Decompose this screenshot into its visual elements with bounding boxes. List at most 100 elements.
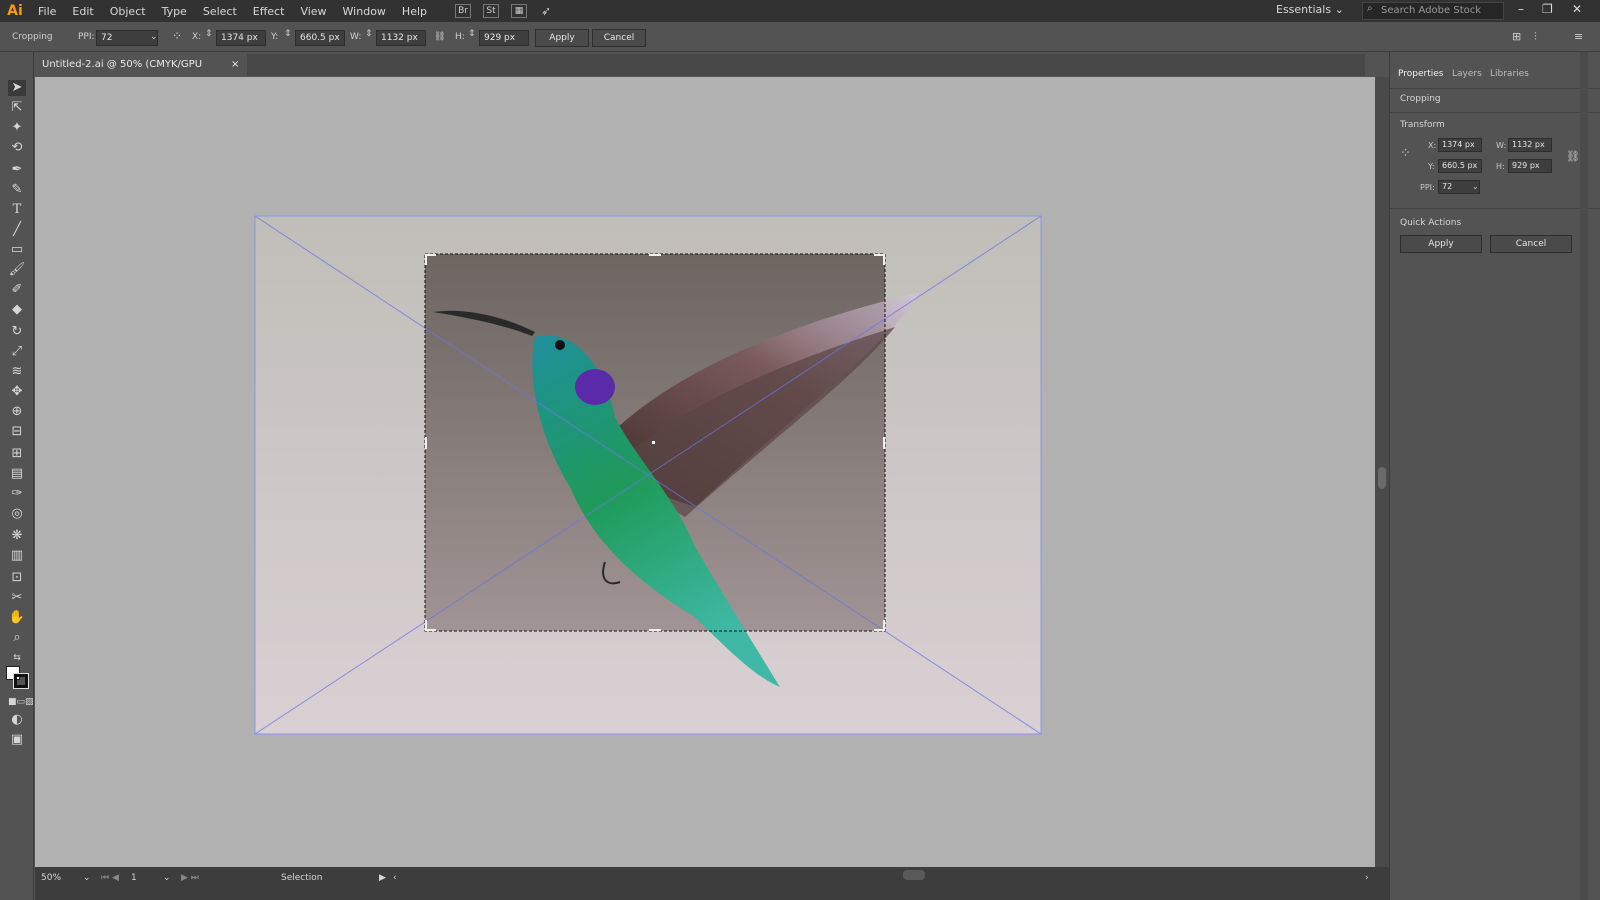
document-tab[interactable]: Untitled-2.ai @ 50% (CMYK/GPU Preview) × — [35, 54, 247, 92]
panel-menu-icon[interactable]: ≡ — [1574, 30, 1583, 43]
vertical-scrollbar[interactable] — [1375, 77, 1389, 867]
y-field[interactable]: 660.5 px — [1438, 159, 1482, 173]
close-icon[interactable]: × — [231, 54, 239, 76]
bridge-icon[interactable]: Br — [455, 4, 471, 18]
h-field[interactable]: 929 px — [1508, 159, 1552, 173]
reference-point-icon[interactable]: ⁘ — [172, 29, 182, 43]
h-stepper-icon[interactable]: ⇕ — [468, 29, 476, 39]
x-field[interactable]: 1374 px — [216, 30, 266, 46]
stock-icon[interactable]: St — [483, 4, 499, 18]
rectangle-tool-icon[interactable]: ▭ — [8, 242, 26, 258]
pen-tool-icon[interactable]: ✒ — [8, 162, 26, 178]
scroll-right-icon[interactable]: › — [1365, 873, 1369, 883]
reference-point-icon[interactable]: ⁘ — [1400, 146, 1411, 161]
line-tool-icon[interactable]: ╱ — [8, 222, 26, 238]
arrange-documents-icon[interactable]: ▦ — [511, 4, 527, 18]
chevron-down-icon[interactable]: ⌄ — [83, 873, 91, 883]
menu-help[interactable]: Help — [394, 5, 435, 18]
y-field[interactable]: 660.5 px — [295, 30, 345, 46]
menu-edit[interactable]: Edit — [64, 5, 101, 18]
h-field[interactable]: 929 px — [479, 30, 529, 46]
x-field[interactable]: 1374 px — [1438, 138, 1482, 152]
restore-icon[interactable]: ❐ — [1542, 2, 1553, 16]
w-field[interactable]: 1132 px — [376, 30, 426, 46]
scale-tool-icon[interactable]: ⤢ — [8, 344, 26, 360]
eyedropper-tool-icon[interactable]: ✑ — [8, 486, 26, 502]
menu-type[interactable]: Type — [154, 5, 195, 18]
zoom-level[interactable]: 50% — [41, 873, 61, 883]
drawing-mode-icon[interactable]: ◐ — [8, 712, 26, 728]
quick-cancel-button[interactable]: Cancel — [1490, 235, 1572, 253]
column-graph-tool-icon[interactable]: ▥ — [8, 548, 26, 564]
arrange-icon[interactable]: ⊞ — [1512, 30, 1521, 43]
menu-object[interactable]: Object — [102, 5, 154, 18]
apply-button[interactable]: Apply — [535, 29, 589, 47]
x-stepper-icon[interactable]: ⇕ — [205, 29, 213, 39]
chevron-down-icon[interactable]: ⌄ — [163, 873, 171, 883]
stock-search-input[interactable]: Search Adobe Stock — [1362, 2, 1504, 20]
shape-builder-tool-icon[interactable]: ⊕ — [8, 404, 26, 420]
slice-tool-icon[interactable]: ✂ — [8, 590, 26, 606]
puppet-warp-tool-icon[interactable]: ✥ — [8, 384, 26, 400]
workspace-label: Essentials — [1276, 3, 1332, 16]
artboard-nav-next-last-icon[interactable]: ▶ ⏭ — [181, 873, 199, 883]
constrain-proportions-icon[interactable]: ⛓ — [1566, 150, 1580, 163]
canvas[interactable] — [35, 77, 1375, 867]
properties-panel: Properties Layers Libraries » Cropping T… — [1389, 52, 1600, 900]
swap-fill-stroke-icon[interactable]: ⇆ — [8, 650, 26, 666]
crop-center-point — [652, 441, 655, 444]
workspace-switcher[interactable]: Essentials ⌄ — [1276, 3, 1344, 16]
quick-apply-button[interactable]: Apply — [1400, 235, 1482, 253]
menu-file[interactable]: File — [30, 5, 64, 18]
lasso-tool-icon[interactable]: ⟲ — [8, 140, 26, 156]
y-label: Y: — [1428, 162, 1435, 171]
tab-libraries[interactable]: Libraries — [1490, 69, 1529, 79]
warp-tool-icon[interactable]: ≋ — [8, 364, 26, 380]
menu-view[interactable]: View — [292, 5, 334, 18]
ppi-select[interactable]: 72 — [96, 30, 158, 46]
stroke-swatch[interactable] — [13, 673, 29, 689]
panel-scrollbar[interactable] — [1580, 52, 1588, 900]
paintbrush-tool-icon[interactable]: 🖌 — [8, 262, 26, 278]
minimize-icon[interactable]: – — [1518, 2, 1524, 16]
y-stepper-icon[interactable]: ⇕ — [284, 29, 292, 39]
hand-tool-icon[interactable]: ✋ — [8, 610, 26, 626]
perspective-grid-tool-icon[interactable]: ⊟ — [8, 424, 26, 440]
zoom-tool-icon[interactable]: ⌕ — [8, 630, 26, 646]
status-play-icon[interactable]: ▶ — [379, 873, 386, 883]
menu-window[interactable]: Window — [335, 5, 394, 18]
eraser-tool-icon[interactable]: ◆ — [8, 302, 26, 318]
menu-effect[interactable]: Effect — [245, 5, 293, 18]
constrain-proportions-icon[interactable]: ⛓ — [434, 32, 445, 42]
scroll-left-icon[interactable]: ‹ — [393, 873, 397, 883]
scroll-thumb[interactable] — [1378, 467, 1386, 489]
cancel-button[interactable]: Cancel — [592, 29, 646, 47]
magic-wand-tool-icon[interactable]: ✦ — [8, 120, 26, 136]
artboard-nav-first-prev-icon[interactable]: ⏮ ◀ — [101, 873, 119, 883]
shaper-tool-icon[interactable]: ✐ — [8, 282, 26, 298]
gpu-rocket-icon[interactable]: ➶ — [541, 4, 551, 18]
close-window-icon[interactable]: ✕ — [1572, 2, 1582, 16]
menu-select[interactable]: Select — [195, 5, 245, 18]
tab-layers[interactable]: Layers — [1452, 69, 1482, 79]
horizontal-scroll-thumb[interactable] — [903, 870, 925, 880]
menu-bar: Ai File Edit Object Type Select Effect V… — [0, 0, 1600, 22]
w-field[interactable]: 1132 px — [1508, 138, 1552, 152]
artboard-number[interactable]: 1 — [131, 873, 137, 883]
w-stepper-icon[interactable]: ⇕ — [365, 29, 373, 39]
symbol-sprayer-tool-icon[interactable]: ❋ — [8, 528, 26, 544]
blend-tool-icon[interactable]: ◎ — [8, 506, 26, 522]
selection-tool-icon[interactable]: ➤ — [8, 80, 26, 96]
gradient-tool-icon[interactable]: ▤ — [8, 466, 26, 482]
align-icon[interactable]: ⫶ — [1534, 30, 1537, 44]
rotate-tool-icon[interactable]: ↻ — [8, 324, 26, 340]
artboard-tool-icon[interactable]: ⊡ — [8, 570, 26, 586]
tab-properties[interactable]: Properties — [1398, 69, 1443, 79]
type-tool-icon[interactable]: T — [8, 202, 26, 218]
curvature-tool-icon[interactable]: ✎ — [8, 182, 26, 198]
chevron-down-icon[interactable]: ⌄ — [1472, 182, 1479, 191]
mesh-tool-icon[interactable]: ⊞ — [8, 446, 26, 462]
direct-selection-tool-icon[interactable]: ⇱ — [8, 100, 26, 116]
screen-mode-icon[interactable]: ▣ — [8, 732, 26, 748]
color-mode-icons[interactable]: ■▭▧ — [8, 694, 34, 710]
